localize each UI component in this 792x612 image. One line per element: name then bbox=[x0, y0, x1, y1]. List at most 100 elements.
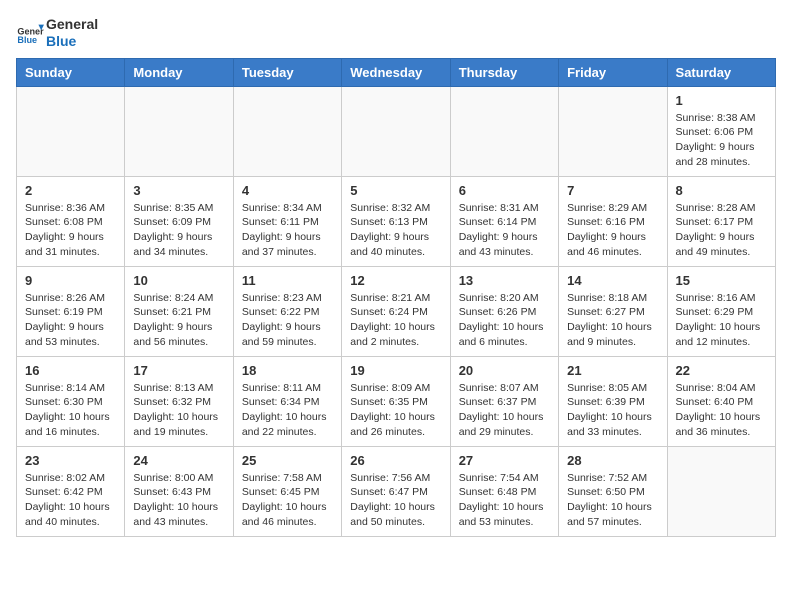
day-number: 15 bbox=[676, 273, 767, 288]
calendar-cell: 18 Sunrise: 8:11 AM Sunset: 6:34 PM Dayli… bbox=[233, 356, 341, 446]
day-number: 14 bbox=[567, 273, 658, 288]
calendar-cell: 17Sunrise: 8:13 AM Sunset: 6:32 PM Dayli… bbox=[125, 356, 233, 446]
day-info: Sunrise: 8:31 AM Sunset: 6:14 PM Dayligh… bbox=[459, 201, 550, 260]
day-info: Sunrise: 8:00 AM Sunset: 6:43 PM Dayligh… bbox=[133, 471, 224, 530]
calendar-cell: 20 Sunrise: 8:07 AM Sunset: 6:37 PM Dayli… bbox=[450, 356, 558, 446]
calendar-cell: 4Sunrise: 8:34 AM Sunset: 6:11 PM Daylig… bbox=[233, 176, 341, 266]
day-info: Sunrise: 8:14 AM Sunset: 6:30 PM Dayligh… bbox=[25, 381, 116, 440]
day-number: 9 bbox=[25, 273, 116, 288]
calendar-cell: 27 Sunrise: 7:54 AM Sunset: 6:48 PM Dayli… bbox=[450, 446, 558, 536]
calendar-cell: 13 Sunrise: 8:20 AM Sunset: 6:26 PM Dayli… bbox=[450, 266, 558, 356]
calendar-cell: 12 Sunrise: 8:21 AM Sunset: 6:24 PM Dayli… bbox=[342, 266, 450, 356]
day-number: 19 bbox=[350, 363, 441, 378]
day-info: Sunrise: 8:09 AM Sunset: 6:35 PM Dayligh… bbox=[350, 381, 441, 440]
day-info: Sunrise: 8:04 AM Sunset: 6:40 PM Dayligh… bbox=[676, 381, 767, 440]
day-info: Sunrise: 8:13 AM Sunset: 6:32 PM Dayligh… bbox=[133, 381, 224, 440]
calendar-cell: 3Sunrise: 8:35 AM Sunset: 6:09 PM Daylig… bbox=[125, 176, 233, 266]
day-info: Sunrise: 8:28 AM Sunset: 6:17 PM Dayligh… bbox=[676, 201, 767, 260]
calendar-cell: 5 Sunrise: 8:32 AM Sunset: 6:13 PM Daylig… bbox=[342, 176, 450, 266]
calendar-cell: 24Sunrise: 8:00 AM Sunset: 6:43 PM Dayli… bbox=[125, 446, 233, 536]
day-info: Sunrise: 8:07 AM Sunset: 6:37 PM Dayligh… bbox=[459, 381, 550, 440]
calendar-cell: 2 Sunrise: 8:36 AM Sunset: 6:08 PM Daylig… bbox=[17, 176, 125, 266]
calendar-cell: 26 Sunrise: 7:56 AM Sunset: 6:47 PM Dayli… bbox=[342, 446, 450, 536]
day-info: Sunrise: 7:58 AM Sunset: 6:45 PM Dayligh… bbox=[242, 471, 333, 530]
calendar-cell: 10Sunrise: 8:24 AM Sunset: 6:21 PM Dayli… bbox=[125, 266, 233, 356]
day-info: Sunrise: 8:32 AM Sunset: 6:13 PM Dayligh… bbox=[350, 201, 441, 260]
calendar-cell bbox=[233, 86, 341, 176]
day-number: 28 bbox=[567, 453, 658, 468]
day-number: 23 bbox=[25, 453, 116, 468]
calendar-cell: 19 Sunrise: 8:09 AM Sunset: 6:35 PM Dayli… bbox=[342, 356, 450, 446]
day-info: Sunrise: 8:29 AM Sunset: 6:16 PM Dayligh… bbox=[567, 201, 658, 260]
calendar-cell: 16 Sunrise: 8:14 AM Sunset: 6:30 PM Dayli… bbox=[17, 356, 125, 446]
day-number: 7 bbox=[567, 183, 658, 198]
calendar-week-row: 2 Sunrise: 8:36 AM Sunset: 6:08 PM Daylig… bbox=[17, 176, 776, 266]
day-info: Sunrise: 8:02 AM Sunset: 6:42 PM Dayligh… bbox=[25, 471, 116, 530]
day-number: 16 bbox=[25, 363, 116, 378]
day-number: 5 bbox=[350, 183, 441, 198]
calendar-week-row: 1 Sunrise: 8:38 AM Sunset: 6:06 PM Daylig… bbox=[17, 86, 776, 176]
calendar-header-row: SundayMondayTuesdayWednesdayThursdayFrid… bbox=[17, 58, 776, 86]
day-info: Sunrise: 7:54 AM Sunset: 6:48 PM Dayligh… bbox=[459, 471, 550, 530]
calendar-header-wednesday: Wednesday bbox=[342, 58, 450, 86]
day-number: 6 bbox=[459, 183, 550, 198]
calendar-cell: 25 Sunrise: 7:58 AM Sunset: 6:45 PM Dayli… bbox=[233, 446, 341, 536]
day-info: Sunrise: 8:18 AM Sunset: 6:27 PM Dayligh… bbox=[567, 291, 658, 350]
day-info: Sunrise: 8:26 AM Sunset: 6:19 PM Dayligh… bbox=[25, 291, 116, 350]
day-number: 25 bbox=[242, 453, 333, 468]
calendar-cell bbox=[450, 86, 558, 176]
calendar-header-tuesday: Tuesday bbox=[233, 58, 341, 86]
calendar-cell bbox=[17, 86, 125, 176]
calendar-cell: 11 Sunrise: 8:23 AM Sunset: 6:22 PM Dayli… bbox=[233, 266, 341, 356]
calendar-cell: 23 Sunrise: 8:02 AM Sunset: 6:42 PM Dayli… bbox=[17, 446, 125, 536]
logo-blue: Blue bbox=[46, 33, 76, 49]
day-number: 3 bbox=[133, 183, 224, 198]
calendar-header-friday: Friday bbox=[559, 58, 667, 86]
calendar-cell bbox=[667, 446, 775, 536]
calendar-cell bbox=[342, 86, 450, 176]
day-info: Sunrise: 8:21 AM Sunset: 6:24 PM Dayligh… bbox=[350, 291, 441, 350]
calendar-header-saturday: Saturday bbox=[667, 58, 775, 86]
day-number: 13 bbox=[459, 273, 550, 288]
day-number: 10 bbox=[133, 273, 224, 288]
calendar-cell: 9 Sunrise: 8:26 AM Sunset: 6:19 PM Daylig… bbox=[17, 266, 125, 356]
day-number: 8 bbox=[676, 183, 767, 198]
day-info: Sunrise: 8:38 AM Sunset: 6:06 PM Dayligh… bbox=[676, 111, 767, 170]
calendar-cell: 6 Sunrise: 8:31 AM Sunset: 6:14 PM Daylig… bbox=[450, 176, 558, 266]
day-number: 1 bbox=[676, 93, 767, 108]
calendar-week-row: 9 Sunrise: 8:26 AM Sunset: 6:19 PM Daylig… bbox=[17, 266, 776, 356]
day-info: Sunrise: 8:16 AM Sunset: 6:29 PM Dayligh… bbox=[676, 291, 767, 350]
day-info: Sunrise: 8:11 AM Sunset: 6:34 PM Dayligh… bbox=[242, 381, 333, 440]
calendar-cell: 28 Sunrise: 7:52 AM Sunset: 6:50 PM Dayli… bbox=[559, 446, 667, 536]
calendar-cell: 8 Sunrise: 8:28 AM Sunset: 6:17 PM Daylig… bbox=[667, 176, 775, 266]
day-number: 11 bbox=[242, 273, 333, 288]
calendar-cell: 21 Sunrise: 8:05 AM Sunset: 6:39 PM Dayli… bbox=[559, 356, 667, 446]
calendar-cell: 1 Sunrise: 8:38 AM Sunset: 6:06 PM Daylig… bbox=[667, 86, 775, 176]
day-number: 22 bbox=[676, 363, 767, 378]
page-header: General Blue General Blue bbox=[16, 16, 776, 50]
day-info: Sunrise: 8:05 AM Sunset: 6:39 PM Dayligh… bbox=[567, 381, 658, 440]
calendar-cell: 15 Sunrise: 8:16 AM Sunset: 6:29 PM Dayli… bbox=[667, 266, 775, 356]
day-number: 2 bbox=[25, 183, 116, 198]
logo: General Blue General Blue bbox=[16, 16, 98, 50]
logo-general: General bbox=[46, 16, 98, 32]
calendar-cell bbox=[125, 86, 233, 176]
day-number: 27 bbox=[459, 453, 550, 468]
day-number: 18 bbox=[242, 363, 333, 378]
day-number: 20 bbox=[459, 363, 550, 378]
day-number: 4 bbox=[242, 183, 333, 198]
calendar-table: SundayMondayTuesdayWednesdayThursdayFrid… bbox=[16, 58, 776, 537]
day-info: Sunrise: 8:23 AM Sunset: 6:22 PM Dayligh… bbox=[242, 291, 333, 350]
day-number: 12 bbox=[350, 273, 441, 288]
calendar-cell: 14 Sunrise: 8:18 AM Sunset: 6:27 PM Dayli… bbox=[559, 266, 667, 356]
day-info: Sunrise: 8:36 AM Sunset: 6:08 PM Dayligh… bbox=[25, 201, 116, 260]
svg-text:Blue: Blue bbox=[17, 35, 37, 45]
day-number: 26 bbox=[350, 453, 441, 468]
calendar-cell bbox=[559, 86, 667, 176]
day-info: Sunrise: 7:56 AM Sunset: 6:47 PM Dayligh… bbox=[350, 471, 441, 530]
day-info: Sunrise: 8:20 AM Sunset: 6:26 PM Dayligh… bbox=[459, 291, 550, 350]
calendar-week-row: 23 Sunrise: 8:02 AM Sunset: 6:42 PM Dayli… bbox=[17, 446, 776, 536]
day-number: 21 bbox=[567, 363, 658, 378]
day-info: Sunrise: 7:52 AM Sunset: 6:50 PM Dayligh… bbox=[567, 471, 658, 530]
logo-icon: General Blue bbox=[16, 19, 44, 47]
